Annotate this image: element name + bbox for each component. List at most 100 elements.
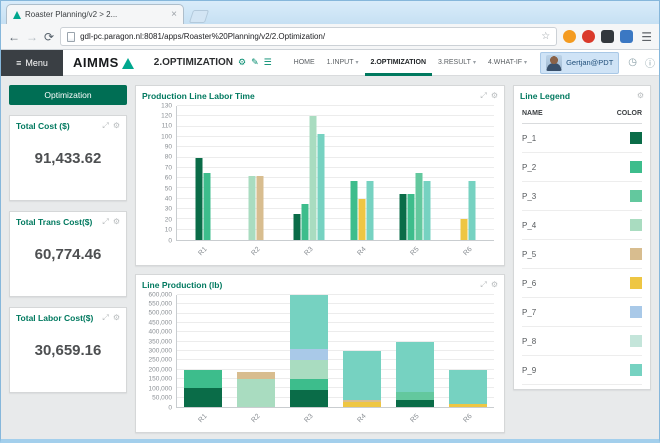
bar-p_2[interactable]: [301, 203, 309, 240]
url-text[interactable]: gdl-pc.paragon.nl:8081/apps/Roaster%20Pl…: [80, 32, 536, 41]
stacked-bar-r3[interactable]: [290, 295, 329, 407]
x-tick-label: R6: [461, 245, 474, 258]
bar-p_6[interactable]: [358, 198, 366, 240]
stacked-bar-r5[interactable]: [395, 295, 434, 407]
back-icon[interactable]: ←: [8, 31, 20, 43]
legend-row-p_2[interactable]: P_2: [522, 153, 642, 182]
extension-icon-4[interactable]: [620, 30, 634, 43]
legend-row-p_6[interactable]: P_6: [522, 269, 642, 298]
new-tab-button[interactable]: [188, 10, 210, 23]
segment-p_9: [342, 351, 381, 400]
legend-row-p_8[interactable]: P_8: [522, 327, 642, 356]
segment-p_6: [448, 404, 487, 407]
legend-header-color: COLOR: [616, 110, 642, 117]
chevron-down-icon: ▾: [355, 60, 359, 66]
extension-icon-2[interactable]: [582, 30, 596, 43]
bar-p_1[interactable]: [399, 193, 407, 240]
bar-p_5[interactable]: [256, 176, 264, 240]
page-icon: [67, 31, 76, 42]
legend-row-p_9[interactable]: P_9: [522, 356, 642, 385]
legend-row-p_1[interactable]: P_1: [522, 124, 642, 153]
nav-item-label: 1.INPUT: [326, 59, 354, 66]
bar-p_4[interactable]: [309, 116, 317, 240]
gridline: [177, 331, 494, 333]
bar-p_2[interactable]: [407, 193, 415, 240]
nav-item-3-result[interactable]: 3.RESULT ▾: [432, 50, 482, 76]
gridline: [177, 350, 494, 351]
bar-p_1[interactable]: [293, 214, 301, 240]
menu-button[interactable]: ≡ Menu: [1, 49, 63, 76]
bar-p_9[interactable]: [317, 133, 325, 240]
address-bar[interactable]: gdl-pc.paragon.nl:8081/apps/Roaster%20Pl…: [60, 27, 558, 46]
gridline: [177, 340, 494, 342]
gear-icon[interactable]: ⚙: [491, 281, 498, 289]
logo-text: AIMMS: [73, 55, 119, 70]
expand-icon[interactable]: ⤢: [102, 314, 108, 322]
kpi-value: 60,774.46: [34, 246, 102, 263]
browser-menu-icon[interactable]: ☰: [641, 30, 652, 44]
reload-icon[interactable]: ⟳: [44, 31, 54, 43]
legend-row-p_7[interactable]: P_7: [522, 298, 642, 327]
segment-p_2: [184, 369, 223, 389]
bar-p_3[interactable]: [415, 173, 423, 240]
bar-p_4[interactable]: [248, 176, 256, 240]
optimization-page-button[interactable]: Optimization: [9, 85, 127, 105]
expand-icon[interactable]: ⤢: [480, 281, 486, 289]
bar-p_2[interactable]: [350, 181, 358, 240]
bar-p_9[interactable]: [423, 181, 431, 240]
info-icon[interactable]: ⓘ: [645, 55, 655, 70]
expand-icon[interactable]: ⤢: [102, 218, 108, 226]
legend-name: P_3: [522, 191, 537, 201]
clock-icon[interactable]: ◷: [628, 57, 637, 68]
gear-icon[interactable]: ⚙: [637, 92, 644, 100]
legend-name: P_1: [522, 133, 537, 143]
stacked-bar-r2[interactable]: [237, 295, 276, 407]
stacked-bar-r6[interactable]: [448, 295, 487, 407]
stacked-bar-r1[interactable]: [184, 295, 223, 407]
legend-row-p_3[interactable]: P_3: [522, 182, 642, 211]
expand-icon[interactable]: ⤢: [102, 122, 108, 130]
segment-p_3: [395, 392, 434, 400]
gear-icon[interactable]: ⚙: [113, 314, 120, 322]
nav-item-home[interactable]: HOME: [288, 50, 321, 76]
color-swatch-p_6: [630, 277, 642, 289]
close-tab-icon[interactable]: ×: [171, 9, 177, 20]
forward-icon[interactable]: →: [26, 31, 38, 43]
gear-icon[interactable]: ⚙: [491, 92, 498, 100]
nav-item-2-optimization[interactable]: 2.OPTIMIZATION: [365, 50, 432, 76]
center-column: Production Line Labor Time ⤢ ⚙ 0 10 20 30 40…: [135, 85, 505, 433]
gridline: [177, 303, 494, 305]
color-swatch-p_5: [630, 248, 642, 260]
page-gear-icon[interactable]: ⚙: [238, 57, 246, 68]
nav-item-4-what-if[interactable]: 4.WHAT-IF ▾: [482, 50, 533, 76]
browser-tab[interactable]: Roaster Planning/v2 > 2... ×: [6, 4, 184, 24]
bar-p_1[interactable]: [195, 157, 203, 240]
extension-icon-1[interactable]: [563, 30, 577, 43]
page-edit-icon[interactable]: ✎: [251, 57, 259, 68]
gear-icon[interactable]: ⚙: [113, 122, 120, 130]
legend-name: P_4: [522, 220, 537, 230]
x-tick-label: R4: [355, 412, 368, 425]
bar-p_9[interactable]: [468, 181, 476, 240]
bar-group-r3: [293, 106, 325, 240]
legend-row-p_5[interactable]: P_5: [522, 240, 642, 269]
labor-time-chart: 0 10 20 30 40 50 60 70 80 90 100 110 120 130 R1 R2 R3 R4 R…: [136, 102, 504, 265]
gridline: [177, 218, 494, 220]
bar-p_6[interactable]: [460, 219, 468, 240]
expand-icon[interactable]: ⤢: [480, 92, 486, 100]
extension-icon-3[interactable]: [601, 30, 615, 43]
page-list-icon[interactable]: ☰: [264, 57, 272, 68]
bar-p_2[interactable]: [203, 173, 211, 240]
bar-p_9[interactable]: [366, 181, 374, 240]
bookmark-star-icon[interactable]: ☆: [541, 31, 550, 42]
card-header: Total Cost ($) ⤢ ⚙: [10, 116, 126, 134]
stacked-bar-r4[interactable]: [342, 295, 381, 407]
gear-icon[interactable]: ⚙: [113, 218, 120, 226]
kpi-title: Total Labor Cost($): [16, 313, 94, 323]
plot-area: [176, 105, 494, 241]
legend-row-p_4[interactable]: P_4: [522, 211, 642, 240]
nav-item-1-input[interactable]: 1.INPUT ▾: [321, 50, 365, 76]
kpi-title: Total Trans Cost($): [16, 217, 93, 227]
user-chip[interactable]: Gertjan@PDT: [540, 51, 620, 74]
x-tick-label: R1: [196, 412, 209, 425]
